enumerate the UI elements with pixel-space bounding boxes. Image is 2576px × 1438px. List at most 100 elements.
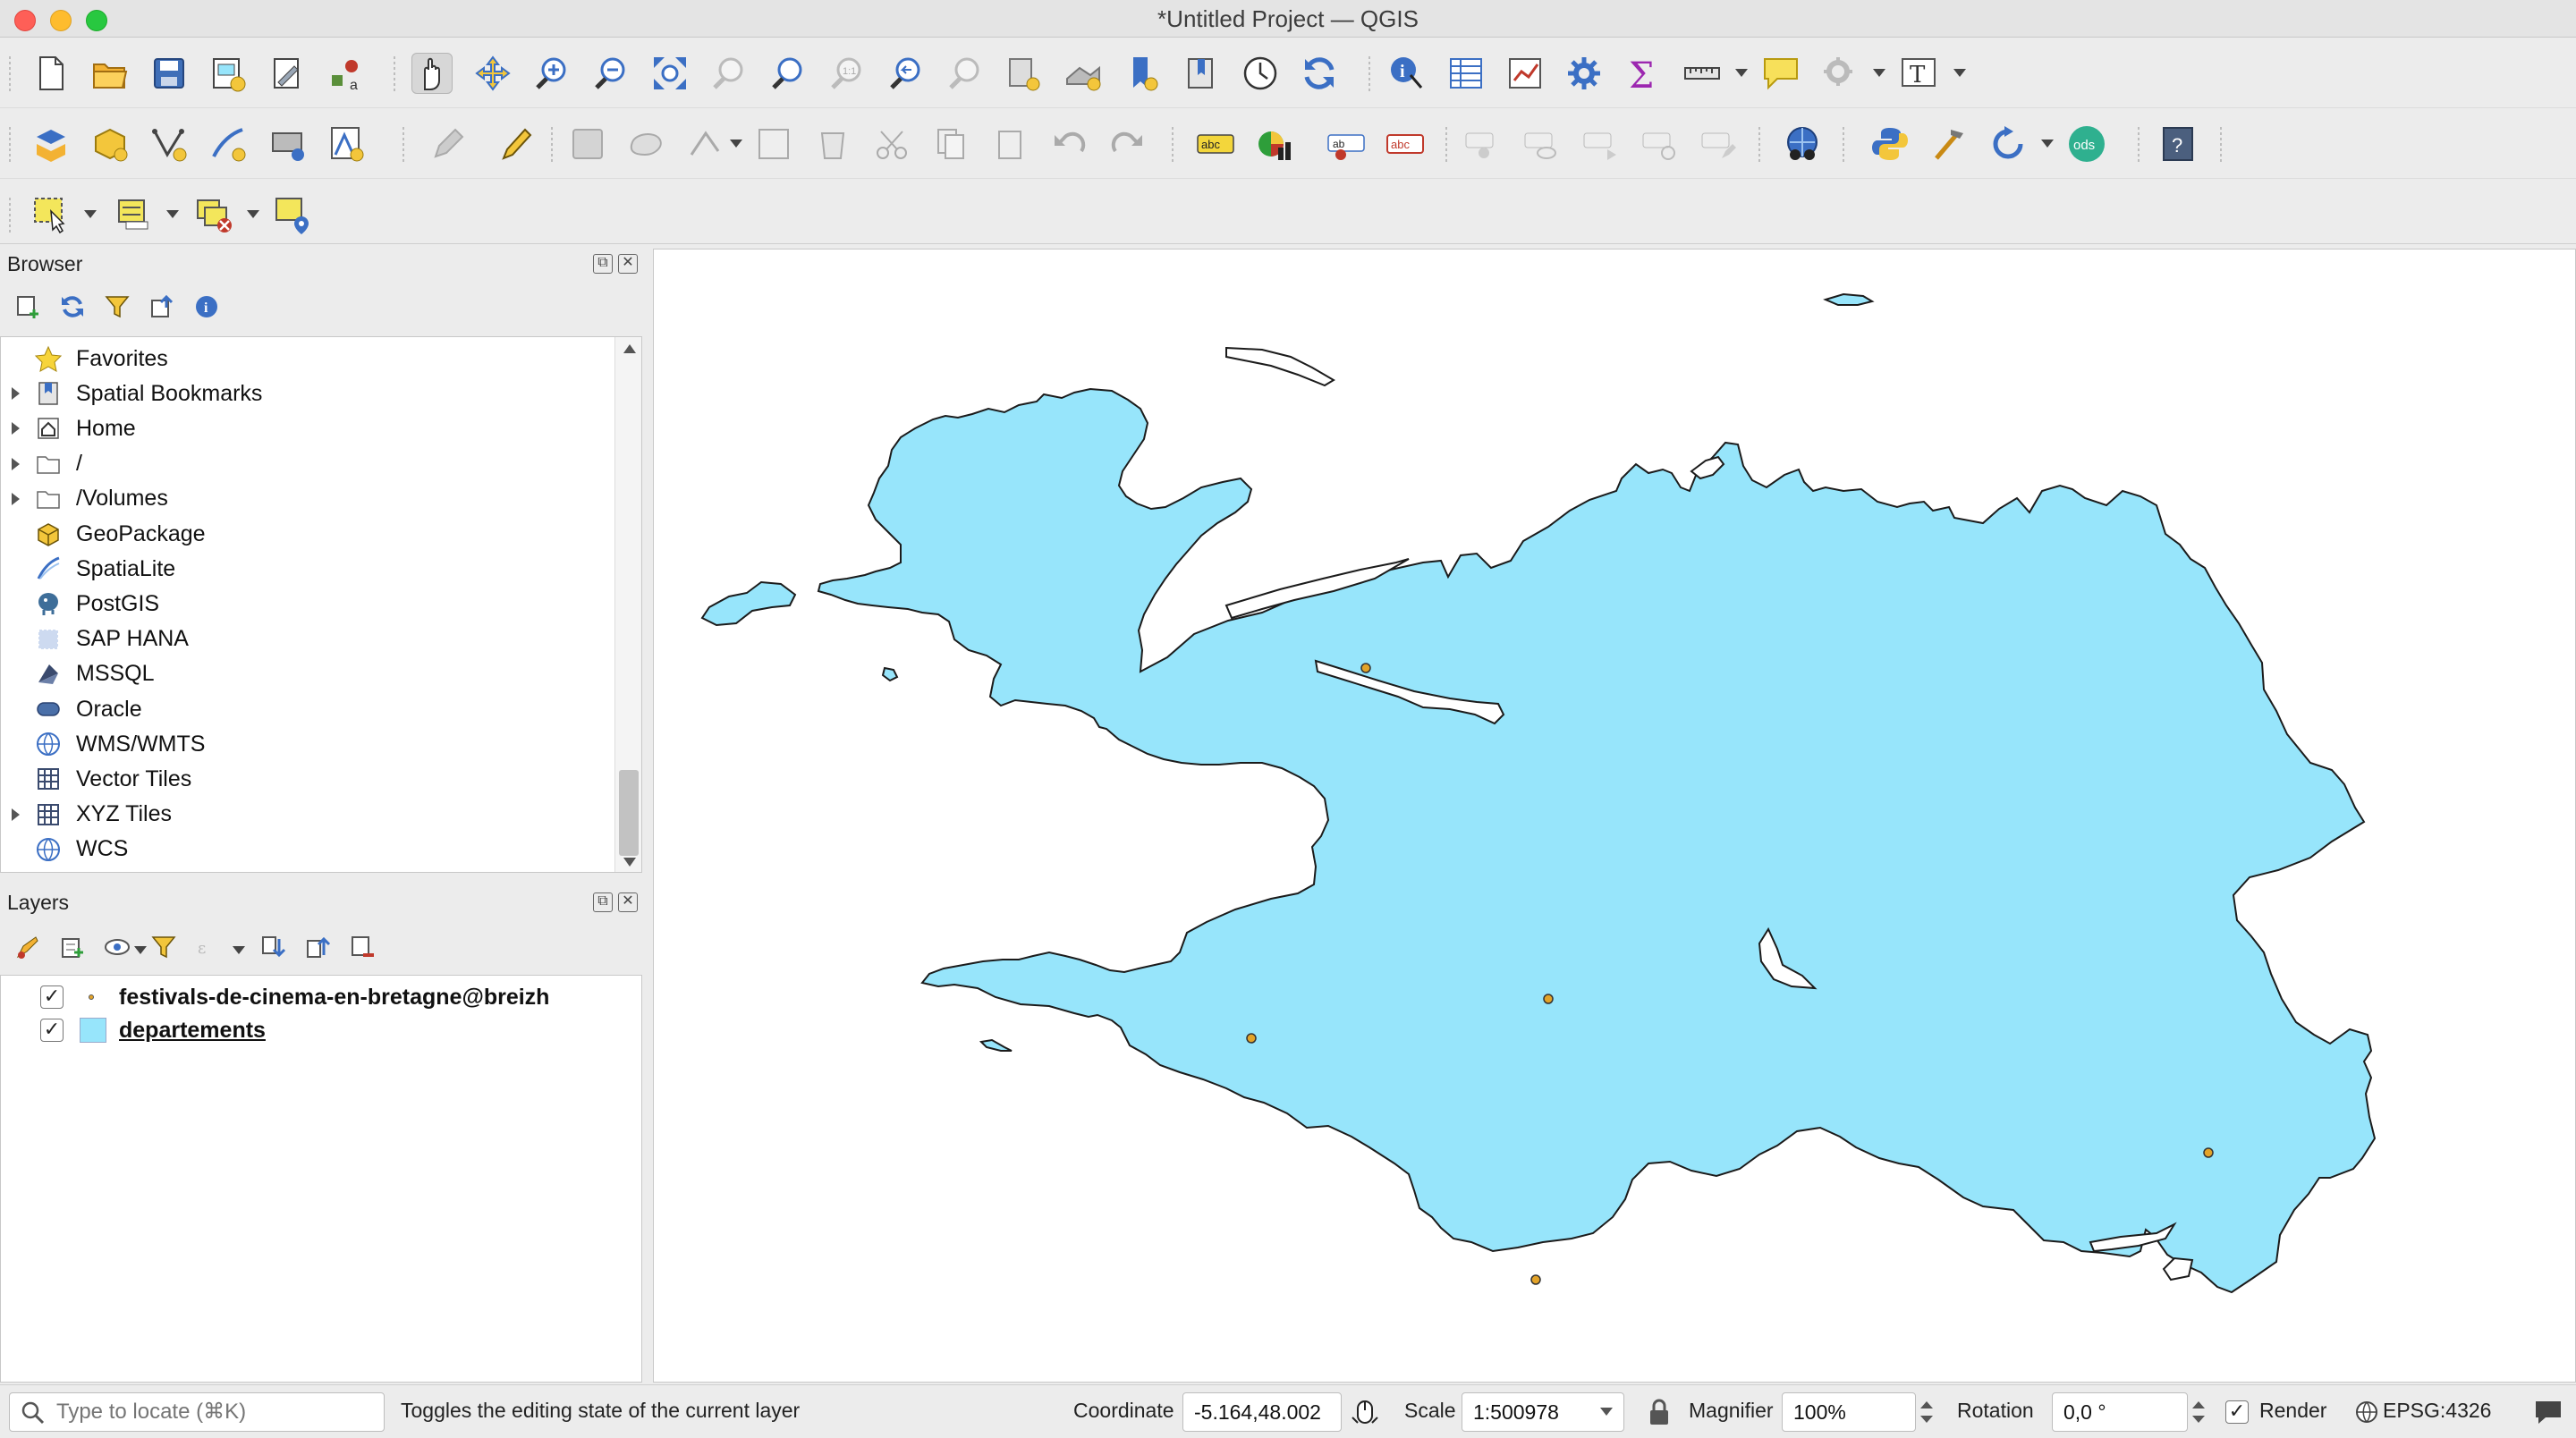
open-project-icon[interactable] <box>89 53 131 94</box>
island-brehat[interactable] <box>1823 292 1875 306</box>
refresh-browser-icon[interactable] <box>59 293 86 320</box>
layers-close-button[interactable]: ✕ <box>618 892 638 912</box>
departements-polygon[interactable] <box>817 387 2377 1294</box>
zoom-last-icon[interactable] <box>886 53 927 94</box>
text-annotation-icon[interactable]: T <box>1898 53 1939 94</box>
layout-manager-icon[interactable] <box>267 53 308 94</box>
new-temporary-layer-icon[interactable] <box>326 123 367 165</box>
layer-diagram-icon[interactable] <box>1254 123 1295 165</box>
locator-input[interactable] <box>56 1399 378 1425</box>
pan-map-icon[interactable] <box>411 53 453 94</box>
copy-features-icon[interactable] <box>930 123 971 165</box>
pin-labels-disabled-icon[interactable] <box>1463 123 1504 165</box>
select-features-icon[interactable] <box>30 194 72 235</box>
messages-icon[interactable] <box>2533 1398 2563 1426</box>
new-print-layout-icon[interactable] <box>208 53 249 94</box>
coordinate-field[interactable]: -5.164,48.002 <box>1182 1392 1342 1432</box>
collapse-all-icon[interactable] <box>148 293 175 320</box>
modify-attributes-icon[interactable] <box>753 123 794 165</box>
island-molene[interactable] <box>881 666 899 682</box>
select-by-location-icon[interactable] <box>272 194 313 235</box>
change-label-icon[interactable] <box>1699 123 1741 165</box>
zoom-full-icon[interactable] <box>649 53 691 94</box>
pin-unpin-labels-icon[interactable]: ab <box>1326 123 1367 165</box>
lock-scale-icon[interactable] <box>1648 1398 1671 1426</box>
zoom-next-icon[interactable] <box>945 53 986 94</box>
metasearch-icon[interactable] <box>1782 123 1823 165</box>
festival-point[interactable] <box>1360 663 1371 673</box>
show-hide-labels-icon[interactable] <box>1522 123 1563 165</box>
zoom-out-icon[interactable] <box>590 53 631 94</box>
toggle-editing-icon[interactable] <box>426 123 467 165</box>
new-shapefile-layer-icon[interactable] <box>148 123 190 165</box>
browser-scrollbar[interactable] <box>614 337 641 872</box>
show-spatial-bookmarks-icon[interactable] <box>1181 53 1222 94</box>
mouse-coordinate-toggle-icon[interactable] <box>1351 1398 1379 1426</box>
decorations-icon[interactable] <box>1819 53 1860 94</box>
locator-bar[interactable] <box>9 1392 385 1432</box>
pan-to-selection-icon[interactable] <box>472 53 513 94</box>
refresh-icon[interactable] <box>1299 53 1340 94</box>
new-virtual-layer-icon[interactable] <box>267 123 308 165</box>
measure-line-icon[interactable] <box>1682 53 1723 94</box>
save-layer-edits-icon[interactable] <box>567 123 608 165</box>
new-map-view-icon[interactable] <box>1004 53 1045 94</box>
zoom-native-resolution-icon[interactable]: 1:1 <box>826 53 868 94</box>
crs-button[interactable]: EPSG:4326 <box>2383 1399 2491 1423</box>
paste-features-icon[interactable] <box>989 123 1030 165</box>
browser-scroll-thumb[interactable] <box>619 770 639 856</box>
expand-arrow-icon[interactable] <box>12 808 20 821</box>
ods-plugin-icon[interactable]: ods <box>2066 123 2107 165</box>
island-ouessant[interactable] <box>700 580 797 627</box>
browser-close-button[interactable]: ✕ <box>618 254 638 274</box>
enable-properties-icon[interactable]: i <box>193 293 220 320</box>
scale-dropdown-chevron-icon[interactable] <box>1600 1408 1613 1416</box>
festival-point[interactable] <box>1543 994 1554 1004</box>
render-checkbox[interactable]: ✓ <box>2225 1400 2249 1424</box>
redo-icon[interactable] <box>1107 123 1148 165</box>
layer-labeling-icon[interactable]: abc <box>1195 123 1236 165</box>
zoom-to-layer-icon[interactable] <box>767 53 809 94</box>
island-sein[interactable] <box>979 1038 1013 1052</box>
festival-point[interactable] <box>1530 1274 1541 1285</box>
help-icon[interactable]: ? <box>2157 123 2199 165</box>
attribute-table-icon[interactable] <box>1445 53 1487 94</box>
expand-arrow-icon[interactable] <box>12 422 20 436</box>
layers-float-button[interactable]: ⧉ <box>593 892 613 912</box>
add-feature-icon[interactable] <box>626 123 667 165</box>
new-spatialite-layer-icon[interactable] <box>208 123 249 165</box>
data-source-manager-icon[interactable] <box>30 123 72 165</box>
delete-selected-icon[interactable] <box>812 123 853 165</box>
python-console-icon[interactable] <box>1869 123 1911 165</box>
new-geopackage-layer-icon[interactable] <box>89 123 131 165</box>
scale-field[interactable]: 1:500978 <box>1462 1392 1624 1432</box>
rotation-field[interactable]: 0,0 ° <box>2052 1392 2188 1432</box>
expand-arrow-icon[interactable] <box>12 492 20 505</box>
update-plugin-icon[interactable] <box>1987 123 2029 165</box>
new-spatial-bookmark-icon[interactable] <box>1122 53 1163 94</box>
identify-features-icon[interactable]: i <box>1386 53 1428 94</box>
plugin-reloader-icon[interactable] <box>1928 123 1970 165</box>
new-3d-map-view-icon[interactable] <box>1063 53 1104 94</box>
statistical-summary-icon[interactable] <box>1504 53 1546 94</box>
temporal-controller-icon[interactable] <box>1240 53 1281 94</box>
rotation-spinner[interactable] <box>2188 1392 2209 1432</box>
map-tips-icon[interactable] <box>1760 53 1801 94</box>
map-canvas[interactable] <box>653 249 2576 1383</box>
rotate-label-icon[interactable] <box>1640 123 1682 165</box>
manage-visibility-icon[interactable] <box>104 934 131 960</box>
magnifier-spinner[interactable] <box>1916 1392 1937 1432</box>
highlight-pinned-labels-icon[interactable]: abc <box>1385 123 1426 165</box>
undo-icon[interactable] <box>1048 123 1089 165</box>
select-by-value-icon[interactable] <box>113 194 154 235</box>
festival-point[interactable] <box>1246 1033 1257 1044</box>
expand-all-icon[interactable] <box>259 934 286 960</box>
browser-float-button[interactable]: ⧉ <box>593 254 613 274</box>
filter-legend-icon[interactable] <box>150 934 177 960</box>
layer-visibility-checkbox[interactable]: ✓ <box>40 985 64 1009</box>
add-group-icon[interactable] <box>59 934 86 960</box>
zoom-to-selection-icon[interactable] <box>708 53 750 94</box>
remove-layer-icon[interactable] <box>349 934 376 960</box>
zoom-in-icon[interactable] <box>531 53 572 94</box>
add-selected-layers-icon[interactable] <box>14 293 41 320</box>
